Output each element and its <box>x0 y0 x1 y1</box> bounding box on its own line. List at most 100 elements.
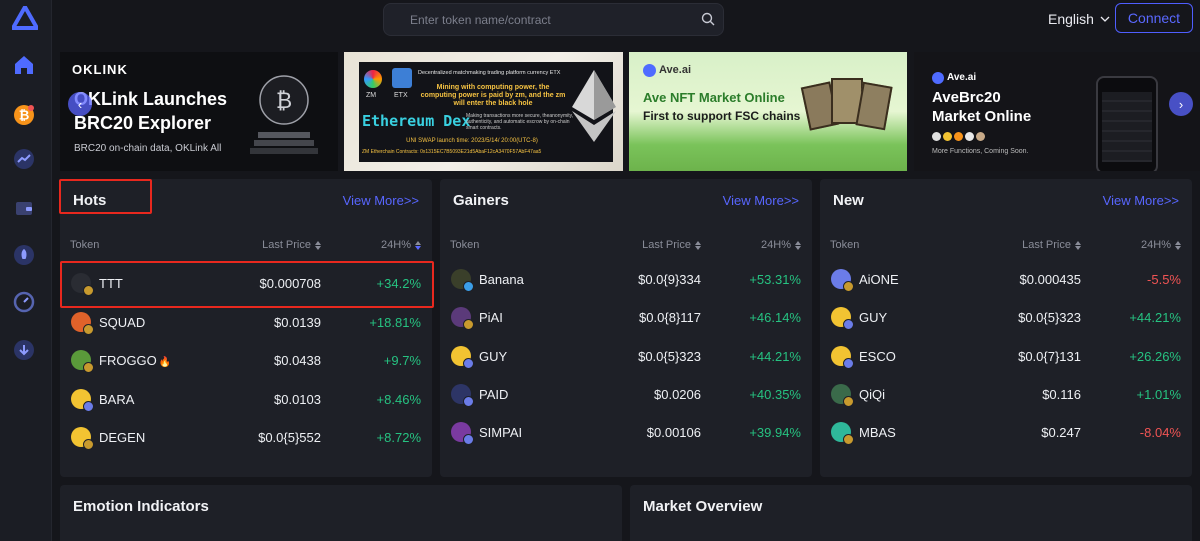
token-row[interactable]: QiQi $0.116 +1.01% <box>820 378 1192 416</box>
sort-icon[interactable] <box>795 240 801 250</box>
col-header-last-price[interactable]: Last Price <box>642 239 701 251</box>
download-icon[interactable] <box>13 339 35 361</box>
chain-badge-icon <box>83 400 94 412</box>
emotion-indicators-panel: Emotion Indicators <box>60 485 622 541</box>
token-row[interactable]: PiAI $0.0{8}117 +46.14% <box>440 301 812 339</box>
sort-icon[interactable] <box>695 240 701 250</box>
new-panel: New View More>> Token Last Price 24H% Ai… <box>820 179 1192 477</box>
banner-oklink[interactable]: OKLINK OKLink Launches BRC20 Explorer BR… <box>60 52 338 171</box>
token-row[interactable]: GUY $0.0{5}323 +44.21% <box>820 301 1192 339</box>
token-row[interactable]: TTT $0.000708 +34.2% <box>60 267 432 305</box>
banner-avebrc20[interactable]: Ave.ai AveBrc20 Market Online More Funct… <box>914 52 1200 171</box>
token-name: SQUAD <box>99 314 146 330</box>
chain-badge-icon <box>463 395 474 407</box>
token-price: $0.0139 <box>274 314 321 330</box>
token-name: MBAS <box>859 425 896 441</box>
banner-top-text: Decentralized matchmaking trading platfo… <box>418 70 561 76</box>
top-header: English Connect <box>53 0 1200 42</box>
col-header-last-price[interactable]: Last Price <box>262 239 321 251</box>
col-header-24h-change[interactable]: 24H% <box>1141 239 1181 251</box>
token-row[interactable]: FROGGO 🔥 $0.0438 +9.7% <box>60 344 432 382</box>
banner-subtitle: BRC20 on-chain data, OKLink All <box>74 143 222 154</box>
banner-title: Ave NFT Market Online <box>643 90 785 105</box>
etx-logo-icon <box>392 68 412 88</box>
token-change: +44.21% <box>749 348 801 364</box>
token-name: FROGGO 🔥 <box>99 353 172 368</box>
banner-contracts: ZM Etherchain Contracts: 0x1315EC7B5093E… <box>362 149 542 155</box>
token-row[interactable]: DEGEN $0.0{5}552 +8.72% <box>60 421 432 459</box>
carousel-next-button[interactable]: › <box>1169 92 1193 116</box>
token-change: +18.81% <box>369 314 421 330</box>
token-price: $0.0438 <box>274 353 321 368</box>
token-row[interactable]: BARA $0.0103 +8.46% <box>60 383 432 421</box>
col-header-token: Token <box>70 239 100 251</box>
token-price: $0.0{5}323 <box>638 348 701 364</box>
chain-badge-icon <box>83 323 94 335</box>
token-row[interactable]: Banana $0.0{9}334 +53.31% <box>440 263 812 301</box>
sort-icon[interactable] <box>315 240 321 250</box>
view-more-link[interactable]: View More>> <box>343 193 419 208</box>
search-icon[interactable] <box>701 12 715 26</box>
view-more-link[interactable]: View More>> <box>723 193 799 208</box>
banner-carousel[interactable]: OKLINK OKLink Launches BRC20 Explorer BR… <box>60 52 1200 171</box>
token-bubbles <box>932 132 985 141</box>
token-row[interactable]: AiONE $0.000435 -5.5% <box>820 263 1192 301</box>
ave-brand-icon <box>932 72 944 84</box>
token-change: +9.7% <box>383 353 421 368</box>
search-input[interactable] <box>384 4 684 35</box>
token-price: $0.247 <box>1041 425 1081 441</box>
token-row[interactable]: ESCO $0.0{7}131 +26.26% <box>820 340 1192 378</box>
token-row[interactable]: GUY $0.0{5}323 +44.21% <box>440 340 812 378</box>
token-price: $0.000708 <box>259 276 321 291</box>
token-row[interactable]: SIMPAI $0.00106 +39.94% <box>440 416 812 454</box>
search-box[interactable] <box>383 3 724 36</box>
token-price: $0.0{5}323 <box>1018 310 1081 326</box>
banner-launch-time: UNI SWAP launch time: 2023/5/14/ 20:00(U… <box>406 138 538 144</box>
sort-icon[interactable] <box>1175 240 1181 250</box>
zm-label: ZM <box>366 92 377 99</box>
sort-icon[interactable] <box>1075 240 1081 250</box>
wallet-icon[interactable] <box>13 197 35 219</box>
panel-title: Gainers <box>453 192 509 209</box>
col-header-last-price[interactable]: Last Price <box>1022 239 1081 251</box>
ave-brand-icon <box>643 64 656 77</box>
token-name: SIMPAI <box>479 425 523 441</box>
rocket-icon[interactable] <box>13 244 35 266</box>
trend-chart-icon[interactable] <box>13 148 35 170</box>
chain-badge-icon <box>463 357 474 369</box>
home-icon[interactable] <box>13 54 35 76</box>
oklink-brand: OKLINK <box>72 62 128 77</box>
ave-logo-icon[interactable] <box>11 5 39 30</box>
col-header-24h-change[interactable]: 24H% <box>381 239 421 251</box>
banner-ave-nft[interactable]: Ave.ai Ave NFT Market Online First to su… <box>629 52 907 171</box>
banner-title-line2: BRC20 Explorer <box>74 113 212 133</box>
language-selector[interactable]: English <box>1048 11 1110 27</box>
view-more-link[interactable]: View More>> <box>1103 193 1179 208</box>
col-header-24h-change[interactable]: 24H% <box>761 239 801 251</box>
panel-title: Hots <box>73 192 107 209</box>
bitcoin-coin-icon: ₿ <box>250 75 318 154</box>
token-name: QiQi <box>859 386 885 402</box>
panel-title: New <box>833 192 864 209</box>
banner-title-line1: AveBrc20 <box>932 89 1001 106</box>
token-change: +8.72% <box>376 430 421 445</box>
gauge-icon[interactable] <box>13 291 35 313</box>
banner-ethereum-dex[interactable]: ZM ETX Decentralized matchmaking trading… <box>344 52 623 171</box>
token-row[interactable]: PAID $0.0206 +40.35% <box>440 378 812 416</box>
token-price: $0.0103 <box>274 391 321 407</box>
token-change: +44.21% <box>1129 310 1181 326</box>
svg-text:₿: ₿ <box>276 89 292 114</box>
token-row[interactable]: MBAS $0.247 -8.04% <box>820 416 1192 454</box>
token-row[interactable]: SQUAD $0.0139 +18.81% <box>60 306 432 344</box>
token-price: $0.0{8}117 <box>639 310 701 326</box>
carousel-prev-button[interactable]: ‹ <box>68 92 92 116</box>
sidebar: ₿ <box>0 0 52 541</box>
sort-icon[interactable] <box>415 240 421 250</box>
bitcoin-icon[interactable]: ₿ <box>13 104 35 126</box>
banner-desc: Making transactions more secure, theanon… <box>466 113 574 131</box>
token-name: AiONE <box>859 272 899 287</box>
fire-icon: 🔥 <box>158 357 172 368</box>
token-change: +40.35% <box>749 386 801 402</box>
token-change: +53.31% <box>749 272 801 287</box>
connect-button[interactable]: Connect <box>1115 3 1193 33</box>
